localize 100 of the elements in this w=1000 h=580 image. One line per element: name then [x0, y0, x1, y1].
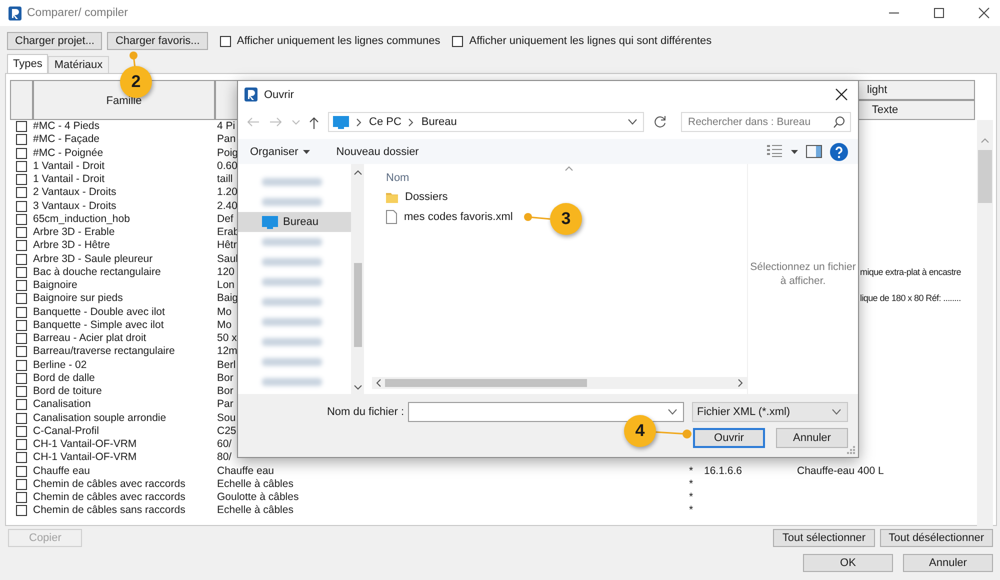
load-button[interactable]: Charger favoris... [107, 32, 208, 50]
checkbox[interactable] [16, 266, 27, 278]
search-icon[interactable] [833, 116, 845, 128]
checkbox[interactable] [16, 360, 27, 371]
tab[interactable]: Types [7, 54, 48, 73]
nav-item[interactable]: Bureau [238, 212, 351, 232]
maximize-icon[interactable] [933, 7, 945, 19]
command-button[interactable]: Organiser [250, 146, 310, 158]
checkbox[interactable] [16, 452, 27, 464]
filename-field[interactable] [408, 402, 684, 422]
checkbox[interactable] [16, 320, 27, 331]
checkbox[interactable] [16, 254, 27, 265]
search-field[interactable]: Rechercher dans : Bureau [681, 112, 851, 132]
checkbox[interactable] [16, 227, 27, 238]
nav-label: Bureau [283, 216, 318, 228]
table-cell-text: Mo [216, 306, 232, 319]
sort-icon[interactable] [565, 166, 573, 171]
scrollbar[interactable] [372, 377, 747, 389]
table-cell-text: 80/ [216, 451, 232, 464]
selection-button[interactable]: Tout sélectionner [773, 529, 875, 547]
checkbox[interactable] [16, 160, 27, 172]
app-icon [8, 6, 22, 20]
tab[interactable]: Matériaux [48, 56, 109, 73]
checkbox[interactable] [16, 293, 27, 304]
checkbox[interactable] [16, 240, 27, 252]
checkbox[interactable] [220, 36, 231, 46]
path-segment[interactable]: Ce PC [369, 116, 402, 128]
table-cell-text: 60/ [216, 438, 232, 452]
leader-line [523, 212, 550, 222]
caret-icon[interactable] [832, 409, 841, 415]
close-icon[interactable] [978, 7, 990, 19]
blurred-entry [262, 318, 322, 326]
table-cell-text: Mo [216, 318, 232, 332]
checkbox[interactable] [16, 399, 27, 410]
dialog-title: Ouvrir [264, 88, 294, 100]
checkbox[interactable] [16, 372, 27, 384]
dialog-button[interactable]: Ouvrir [693, 428, 765, 448]
callout-marker: 2 [120, 66, 152, 98]
caret-icon[interactable] [791, 150, 798, 154]
dialog-button[interactable]: OK [803, 554, 893, 572]
table-cell: CH-1 Vantail-OF-VRM [33, 438, 137, 452]
scrollbar-thumb[interactable] [385, 379, 587, 387]
preview-pane-icon[interactable] [806, 145, 822, 158]
table-cell-text: Pan [216, 133, 236, 146]
scroll-left-icon[interactable] [376, 379, 381, 387]
table-cell-text: 4 Pi [216, 120, 236, 134]
scroll-right-icon[interactable] [738, 379, 743, 387]
file-item[interactable]: mes codes favoris.xml [386, 207, 513, 227]
command-button[interactable]: Nouveau dossier [336, 146, 419, 158]
scrollbar-thumb[interactable] [354, 263, 362, 347]
table-cell-text: 1.20 [216, 186, 238, 200]
load-button[interactable]: Charger projet... [7, 32, 102, 50]
table-cell-text: 0.60 [216, 160, 238, 173]
up-icon[interactable] [309, 116, 319, 128]
checkbox[interactable] [16, 174, 27, 186]
scroll-up-icon[interactable] [354, 170, 362, 175]
scrollbar-thumb[interactable] [978, 150, 992, 203]
caret-icon[interactable] [628, 119, 637, 125]
checkbox[interactable] [16, 386, 27, 398]
checkbox[interactable] [16, 148, 27, 159]
dialog-button[interactable]: Annuler [903, 554, 993, 572]
checkbox[interactable] [16, 478, 27, 490]
checkbox[interactable] [16, 121, 27, 132]
address-bar[interactable]: Ce PC Bureau [328, 112, 644, 132]
file-type-dropdown[interactable]: Fichier XML (*.xml) [692, 402, 848, 422]
checkbox[interactable] [452, 36, 464, 46]
close-icon[interactable] [835, 88, 848, 101]
checkbox[interactable] [16, 306, 27, 318]
dialog-button[interactable]: Annuler [776, 428, 848, 448]
checkbox[interactable] [16, 466, 27, 477]
checkbox[interactable] [16, 492, 27, 504]
refresh-icon[interactable] [653, 115, 667, 129]
checkbox[interactable] [16, 200, 27, 212]
checkbox[interactable] [16, 134, 27, 146]
checkbox[interactable] [16, 214, 27, 225]
view-icon[interactable] [767, 145, 783, 158]
caret-icon[interactable] [668, 409, 677, 415]
column-header[interactable]: Nom [386, 169, 410, 187]
file-item[interactable]: Dossiers [386, 187, 448, 207]
selection-button[interactable]: Tout désélectionner [880, 529, 993, 547]
checkbox[interactable] [16, 439, 27, 450]
table-cell: Banquette - Simple avec ilot [33, 318, 164, 332]
scroll-down-icon[interactable] [354, 385, 362, 390]
checkbox[interactable] [16, 505, 27, 516]
scrollbar[interactable] [351, 164, 364, 394]
help-icon[interactable] [830, 142, 848, 160]
blurred-entry [262, 238, 322, 246]
checkbox[interactable] [16, 280, 27, 292]
blurred-entry [262, 258, 322, 266]
resize-grip-icon[interactable] [847, 446, 855, 454]
table-cell: Baignoire [33, 279, 78, 292]
path-segment[interactable]: Bureau [421, 116, 457, 128]
caret-icon[interactable] [303, 150, 310, 154]
checkbox[interactable] [16, 333, 27, 344]
checkbox[interactable] [16, 187, 27, 198]
checkbox[interactable] [16, 426, 27, 437]
checkbox[interactable] [16, 346, 27, 358]
blurred-entry [262, 198, 322, 206]
table-cell-text: Chauffe-eau 400 L [796, 464, 884, 478]
checkbox[interactable] [16, 412, 27, 424]
